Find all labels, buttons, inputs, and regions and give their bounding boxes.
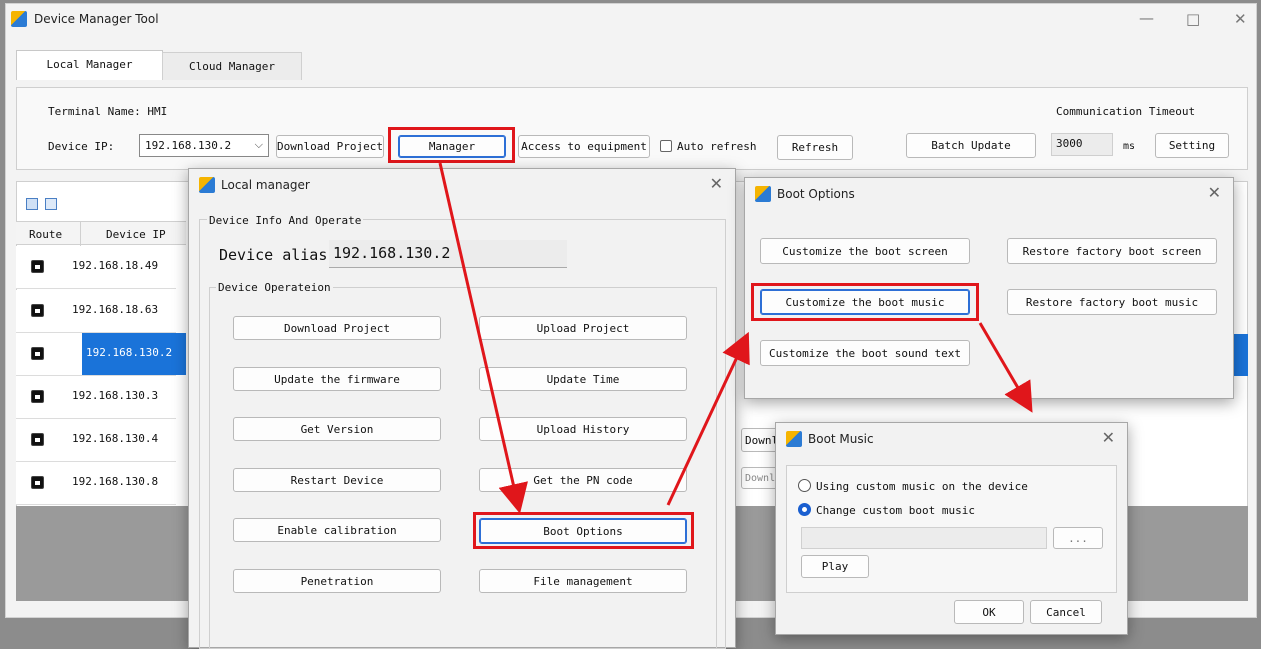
arrow-music-to-dialog (978, 322, 1033, 413)
arrow-boot-options-to-dialog (666, 331, 750, 506)
arrow-manager-to-boot-options (438, 162, 528, 514)
annotation-arrows (438, 162, 1033, 514)
